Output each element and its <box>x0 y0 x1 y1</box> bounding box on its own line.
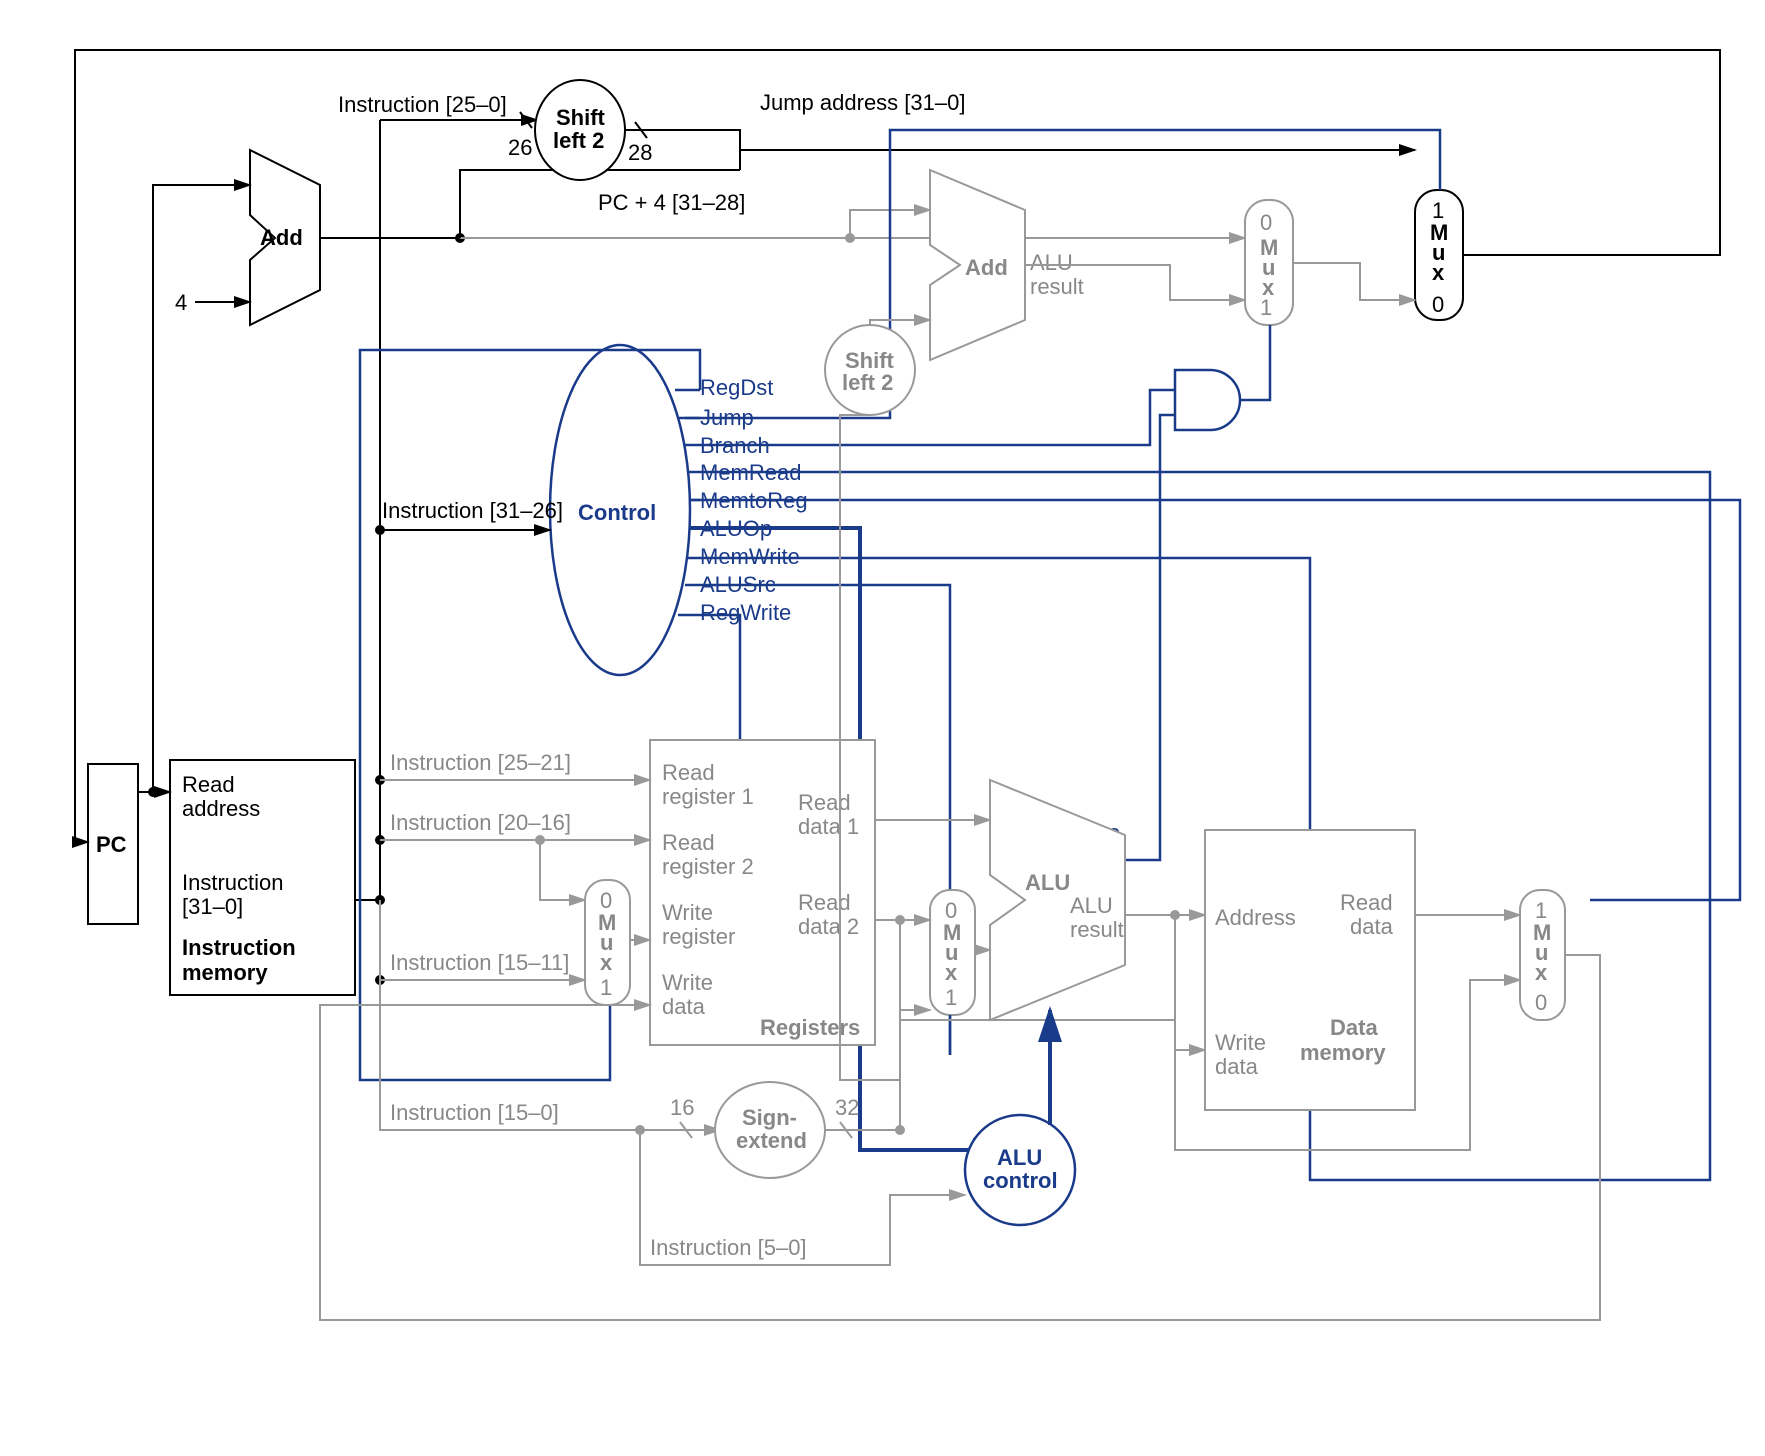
svg-text:ALU: ALU <box>1070 893 1113 918</box>
svg-text:result: result <box>1030 274 1084 299</box>
wire-and-out <box>1240 325 1270 400</box>
svg-text:Add: Add <box>965 255 1008 280</box>
svg-text:memory: memory <box>182 960 268 985</box>
svg-text:Control: Control <box>578 500 656 525</box>
svg-text:Address: Address <box>1215 905 1296 930</box>
svg-text:Instruction: Instruction <box>182 870 284 895</box>
svg-text:Write: Write <box>1215 1030 1266 1055</box>
svg-text:RegDst: RegDst <box>700 375 773 400</box>
svg-text:16: 16 <box>670 1095 694 1120</box>
mux-regdst: 0 1 M u x <box>585 880 630 1005</box>
svg-text:PC + 4 [31–28]: PC + 4 [31–28] <box>598 190 745 215</box>
svg-text:data: data <box>662 994 706 1019</box>
svg-text:Instruction: Instruction <box>182 935 296 960</box>
svg-text:register 1: register 1 <box>662 784 754 809</box>
svg-text:data 1: data 1 <box>798 814 859 839</box>
svg-text:ALU: ALU <box>1025 870 1070 895</box>
and-gate <box>1175 370 1240 430</box>
svg-text:Instruction [5–0]: Instruction [5–0] <box>650 1235 807 1260</box>
svg-text:1: 1 <box>945 985 957 1010</box>
svg-text:ALU: ALU <box>1030 250 1073 275</box>
svg-text:Jump: Jump <box>700 405 754 430</box>
wire-zero <box>1125 415 1175 860</box>
svg-text:register 2: register 2 <box>662 854 754 879</box>
svg-text:Read: Read <box>662 830 715 855</box>
svg-text:Jump address [31–0]: Jump address [31–0] <box>760 90 965 115</box>
svg-text:Shift: Shift <box>556 105 606 130</box>
mux-jump: 1 0 M u x <box>1415 190 1463 320</box>
svg-text:data: data <box>1215 1054 1259 1079</box>
svg-text:[31–0]: [31–0] <box>182 894 243 919</box>
svg-text:26: 26 <box>508 135 532 160</box>
mux-memtoreg: 1 0 M u x <box>1520 890 1565 1020</box>
svg-text:Instruction [25–21]: Instruction [25–21] <box>390 750 571 775</box>
svg-text:left 2: left 2 <box>553 128 604 153</box>
svg-text:Instruction [31–26]: Instruction [31–26] <box>382 498 563 523</box>
svg-text:x: x <box>1262 275 1275 300</box>
svg-text:register: register <box>662 924 735 949</box>
svg-text:MemtoReg: MemtoReg <box>700 488 808 513</box>
svg-text:32: 32 <box>835 1095 859 1120</box>
svg-text:Read: Read <box>1340 890 1393 915</box>
svg-text:result: result <box>1070 917 1124 942</box>
svg-text:extend: extend <box>736 1128 807 1153</box>
svg-text:4: 4 <box>175 290 187 315</box>
mux-alusrc: 0 1 M u x <box>930 890 975 1015</box>
svg-text:x: x <box>1432 260 1445 285</box>
svg-text:data: data <box>1350 914 1394 939</box>
svg-text:Add: Add <box>260 225 303 250</box>
wire-branchmux-jumpmux <box>1293 263 1415 300</box>
pc-label: PC <box>96 832 127 857</box>
svg-text:Sign-: Sign- <box>742 1105 797 1130</box>
svg-text:x: x <box>1535 960 1548 985</box>
svg-text:Instruction [15–11]: Instruction [15–11] <box>390 950 569 975</box>
wire-pc-up <box>153 185 250 792</box>
wire-regwrite <box>678 615 740 740</box>
svg-text:Write: Write <box>662 970 713 995</box>
svg-text:28: 28 <box>628 140 652 165</box>
svg-text:0: 0 <box>1432 292 1444 317</box>
svg-text:Registers: Registers <box>760 1015 860 1040</box>
svg-text:1: 1 <box>600 975 612 1000</box>
svg-text:0: 0 <box>1260 210 1272 235</box>
svg-text:Instruction [15–0]: Instruction [15–0] <box>390 1100 559 1125</box>
svg-text:left 2: left 2 <box>842 370 893 395</box>
svg-text:MemWrite: MemWrite <box>700 544 800 569</box>
svg-text:Data: Data <box>1330 1015 1378 1040</box>
svg-text:x: x <box>600 950 613 975</box>
svg-text:Read: Read <box>798 890 851 915</box>
svg-text:x: x <box>945 960 958 985</box>
svg-text:Instruction [20–16]: Instruction [20–16] <box>390 810 571 835</box>
svg-text:ALU: ALU <box>997 1145 1042 1170</box>
svg-text:Read: Read <box>182 772 235 797</box>
svg-text:control: control <box>983 1168 1058 1193</box>
svg-text:Instruction [25–0]: Instruction [25–0] <box>338 92 507 117</box>
svg-text:0: 0 <box>1535 990 1547 1015</box>
svg-text:Write: Write <box>662 900 713 925</box>
mux-branch: 0 1 M u x <box>1245 200 1293 325</box>
svg-text:data 2: data 2 <box>798 914 859 939</box>
svg-text:Read: Read <box>662 760 715 785</box>
svg-text:memory: memory <box>1300 1040 1386 1065</box>
datapath-diagram: PC Read address Instruction [31–0] Instr… <box>20 20 1765 1436</box>
svg-text:address: address <box>182 796 260 821</box>
svg-text:RegWrite: RegWrite <box>700 600 791 625</box>
svg-text:Read: Read <box>798 790 851 815</box>
